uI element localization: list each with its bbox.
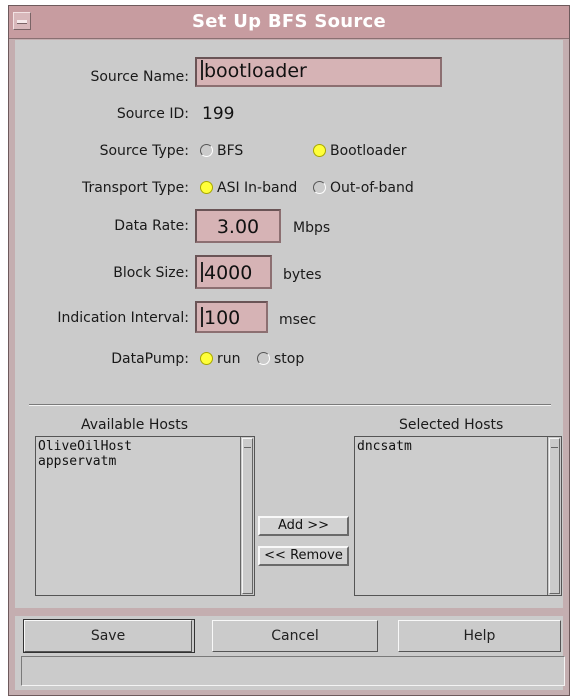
list-item[interactable]: dncsatm	[357, 439, 412, 454]
transport-type-label: Transport Type:	[81, 180, 189, 196]
indication-interval-label: Indication Interval:	[57, 310, 189, 326]
block-size-input[interactable]: 4000	[195, 255, 272, 289]
radio-unselected-icon	[200, 144, 213, 157]
text-caret	[201, 307, 203, 327]
status-bar	[21, 656, 565, 686]
radio-selected-icon	[200, 352, 213, 365]
source-type-bfs-radio[interactable]: BFS	[200, 143, 243, 159]
data-rate-label: Data Rate:	[114, 218, 189, 234]
list-item[interactable]: appservatm	[38, 454, 132, 469]
data-rate-input[interactable]: 3.00	[195, 209, 281, 243]
datapump-label: DataPump:	[111, 351, 189, 367]
indication-interval-input[interactable]: 100	[195, 301, 268, 333]
title-bar[interactable]: Set Up BFS Source	[9, 6, 569, 39]
source-id-label: Source ID:	[116, 106, 189, 122]
text-caret	[201, 60, 203, 80]
divider-strip	[15, 608, 563, 616]
help-button[interactable]: Help	[398, 620, 561, 652]
selected-hosts-list[interactable]: dncsatm	[354, 436, 562, 596]
dialog-body: Source Name: bootloader Source ID: 199 S…	[15, 40, 565, 690]
available-hosts-label: Available Hosts	[81, 417, 188, 433]
radio-unselected-icon	[257, 352, 270, 365]
add-hosts-button[interactable]: Add >>	[258, 516, 349, 536]
radio-selected-icon	[313, 144, 326, 157]
transport-asi-inband-radio[interactable]: ASI In-band	[200, 180, 297, 196]
available-hosts-list[interactable]: OliveOilHost appservatm	[35, 436, 255, 596]
scrollbar-thumb[interactable]	[242, 438, 253, 594]
radio-unselected-icon	[313, 181, 326, 194]
transport-out-of-band-radio[interactable]: Out-of-band	[313, 180, 414, 196]
source-type-bootloader-radio[interactable]: Bootloader	[313, 143, 407, 159]
selected-hosts-label: Selected Hosts	[399, 417, 504, 433]
remove-hosts-button[interactable]: << Remove	[258, 546, 349, 566]
data-rate-unit: Mbps	[293, 220, 331, 236]
dialog-window: Set Up BFS Source Source Name: bootloade…	[8, 5, 570, 696]
source-type-label: Source Type:	[99, 143, 189, 159]
scrollbar[interactable]	[240, 437, 254, 595]
datapump-run-radio[interactable]: run	[200, 351, 241, 367]
block-size-label: Block Size:	[113, 265, 189, 281]
window-title: Set Up BFS Source	[191, 11, 387, 32]
source-name-input[interactable]: bootloader	[195, 57, 442, 87]
scrollbar[interactable]	[547, 437, 561, 595]
datapump-stop-radio[interactable]: stop	[257, 351, 304, 367]
indication-interval-unit: msec	[279, 312, 317, 328]
cancel-button[interactable]: Cancel	[212, 620, 378, 652]
save-button[interactable]: Save	[24, 620, 192, 652]
radio-selected-icon	[200, 181, 213, 194]
list-item[interactable]: OliveOilHost	[38, 439, 132, 454]
block-size-unit: bytes	[283, 267, 322, 283]
section-divider	[29, 404, 551, 406]
scrollbar-thumb[interactable]	[549, 438, 560, 594]
text-caret	[201, 262, 203, 282]
source-id-value: 199	[202, 104, 235, 124]
source-name-label: Source Name:	[90, 69, 189, 85]
